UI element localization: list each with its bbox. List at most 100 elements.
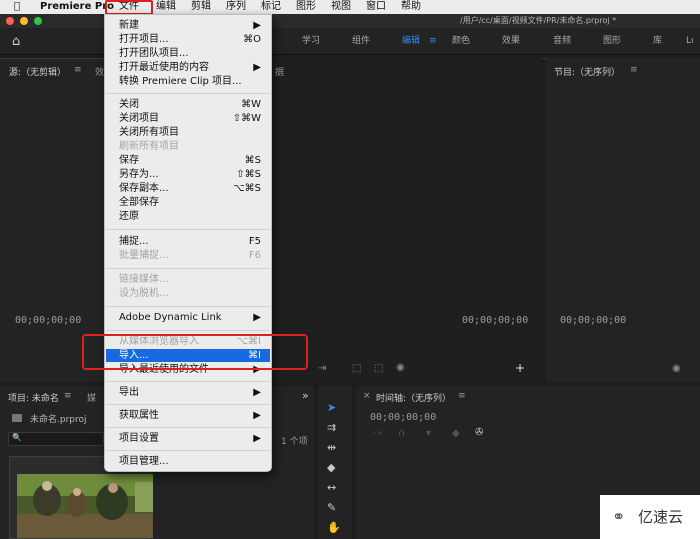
minimize-window-button[interactable] (20, 17, 28, 25)
track-select-tool-icon[interactable]: ⇉ (327, 421, 336, 434)
menu-help[interactable]: 帮助 (401, 0, 421, 14)
program-panel-menu-icon[interactable]: ≡ (630, 65, 638, 75)
timeline-panel-menu-icon[interactable]: ≡ (458, 391, 466, 401)
project-file-name: 未命名.prproj (30, 415, 87, 425)
file-menu-dropdown: 新建 ▶ 打开项目... ⌘O 打开团队项目... 打开最近使用的内容 ▶ 转换 Pr… (104, 14, 272, 472)
menu-item-project-settings[interactable]: 项目设置 ▶ (119, 432, 261, 445)
menu-item-label: 关闭项目 (119, 113, 159, 124)
menu-item-close-all-projects[interactable]: 关闭所有项目 (119, 126, 261, 139)
hand-tool-icon[interactable]: ✋ (327, 521, 341, 534)
menu-item-get-properties[interactable]: 获取属性 ▶ (119, 409, 261, 422)
apple-icon[interactable]:  (14, 0, 20, 14)
pen-tool-icon[interactable]: ✎ (327, 501, 336, 514)
workspace-graphics[interactable]: 图形 (603, 28, 621, 55)
source-panel-title[interactable]: 源:（无剪辑） (9, 65, 66, 78)
panel-overflow-icon[interactable]: » (302, 389, 309, 402)
camera-icon[interactable]: ◉ (396, 362, 405, 373)
razor-tool-icon[interactable]: ◆ (327, 461, 335, 474)
wrench-icon[interactable]: ✇ (475, 427, 483, 438)
workspace-editing[interactable]: 编辑 (402, 28, 420, 55)
workspace-menu-icon[interactable]: ≡ (429, 28, 437, 55)
video-thumbnail[interactable] (17, 474, 153, 538)
workspace-more[interactable]: Lı (686, 28, 694, 55)
search-icon: 🔍 (12, 433, 22, 442)
snap-icon[interactable]: ⤳ (374, 428, 382, 439)
submenu-arrow-icon: ▶ (253, 62, 261, 73)
slip-tool-icon[interactable]: ↔ (327, 481, 336, 494)
workspace-audio[interactable]: 音频 (553, 28, 571, 55)
menu-item-label: 项目管理... (119, 456, 169, 467)
program-timecode[interactable]: 00;00;00;00 (560, 315, 626, 326)
menu-item-open-team-project[interactable]: 打开团队项目... (119, 47, 261, 60)
menu-item-save-copy[interactable]: 保存副本... ⌥⌘S (119, 182, 261, 195)
menu-edit[interactable]: 编辑 (156, 0, 176, 14)
menu-item-label: Adobe Dynamic Link (119, 312, 222, 323)
metadata-tab[interactable]: 据 (275, 65, 284, 78)
timeline-panel-title[interactable]: 时间轴:（无序列） (376, 391, 451, 404)
menu-sequence[interactable]: 序列 (226, 0, 246, 14)
menu-view[interactable]: 视图 (331, 0, 351, 14)
menu-item-save-all[interactable]: 全部保存 (119, 196, 261, 209)
menu-item-export[interactable]: 导出 ▶ (119, 386, 261, 399)
timeline-marker-icon[interactable]: ◆ (452, 428, 460, 439)
menu-item-open-project[interactable]: 打开项目... ⌘O (119, 33, 261, 46)
effects-tab[interactable]: 效 (95, 65, 104, 78)
menu-item-make-offline: 设为脱机... (119, 287, 261, 300)
home-icon[interactable]: ⌂ (12, 28, 20, 55)
menu-item-close-project[interactable]: 关闭项目 ⇧⌘W (119, 112, 261, 125)
close-window-button[interactable] (6, 17, 14, 25)
menu-item-convert-clip[interactable]: 转换 Premiere Clip 项目... (119, 75, 261, 88)
zoom-window-button[interactable] (34, 17, 42, 25)
menu-item-label: 关闭所有项目 (119, 127, 179, 138)
menu-item-label: 刷新所有项目 (119, 141, 179, 152)
menu-item-new[interactable]: 新建 ▶ (119, 19, 261, 32)
menu-item-shortcut: ⌥⌘S (233, 183, 261, 194)
workspace-color[interactable]: 颜色 (452, 28, 470, 55)
export-frame-icon[interactable]: ◉ (672, 363, 681, 374)
app-menu[interactable]: Premiere Pro (40, 0, 114, 14)
source-timecode[interactable]: 00;00;00;00 (15, 315, 81, 326)
item-count: 1 个项 (281, 437, 308, 447)
menu-item-save-as[interactable]: 另存为... ⇧⌘S (119, 168, 261, 181)
overwrite-icon[interactable]: ⬚ (374, 363, 383, 374)
project-panel-menu-icon[interactable]: ≡ (64, 391, 72, 401)
ripple-edit-tool-icon[interactable]: ⇹ (327, 441, 336, 454)
media-browser-tab[interactable]: 媒 (87, 391, 96, 404)
linked-selection-icon[interactable]: ∩ (398, 428, 405, 439)
menu-item-capture[interactable]: 捕捉... F5 (119, 235, 261, 248)
menu-item-refresh-all: 刷新所有项目 (119, 140, 261, 153)
workspace-learn[interactable]: 学习 (302, 28, 320, 55)
workspace-assembly[interactable]: 组件 (352, 28, 370, 55)
center-timecode[interactable]: 00;00;00;00 (462, 315, 528, 326)
add-marker-icon[interactable]: ▾ (426, 428, 431, 439)
watermark-logo-icon: ⚭ (612, 507, 626, 526)
menu-item-label: 打开最近使用的内容 (119, 62, 209, 73)
menu-item-project-manager[interactable]: 项目管理... (119, 455, 261, 468)
lift-icon[interactable]: ⬚ (352, 363, 361, 374)
add-button-icon[interactable]: + (515, 361, 525, 375)
menu-item-close[interactable]: 关闭 ⌘W (119, 98, 261, 111)
workspace-libraries[interactable]: 库 (653, 28, 662, 55)
project-search-input[interactable]: 🔍 (8, 432, 104, 446)
selection-tool-icon[interactable]: ➤ (327, 401, 336, 414)
insert-icon[interactable]: ⇥ (318, 363, 326, 374)
menu-clip[interactable]: 剪辑 (191, 0, 211, 14)
source-panel-menu-icon[interactable]: ≡ (74, 65, 82, 75)
menu-window[interactable]: 窗口 (366, 0, 386, 14)
menu-separator (106, 450, 270, 451)
menu-item-label: 全部保存 (119, 197, 159, 208)
menu-graphics[interactable]: 图形 (296, 0, 316, 14)
timeline-timecode[interactable]: 00;00;00;00 (370, 412, 436, 423)
program-panel-title[interactable]: 节目:（无序列） (554, 65, 620, 78)
menu-marker[interactable]: 标记 (261, 0, 281, 14)
menu-item-label: 链接媒体... (119, 274, 169, 285)
workspace-effects[interactable]: 效果 (502, 28, 520, 55)
menu-item-revert[interactable]: 还原 (119, 210, 261, 223)
menu-item-open-recent[interactable]: 打开最近使用的内容 ▶ (119, 61, 261, 74)
menu-item-label: 导出 (119, 387, 139, 398)
menu-separator (106, 306, 270, 307)
project-panel-title[interactable]: 项目: 未命名 (8, 391, 59, 404)
menu-item-dynamic-link[interactable]: Adobe Dynamic Link ▶ (119, 311, 261, 324)
menu-item-save[interactable]: 保存 ⌘S (119, 154, 261, 167)
timeline-close-icon[interactable]: × (363, 391, 371, 401)
